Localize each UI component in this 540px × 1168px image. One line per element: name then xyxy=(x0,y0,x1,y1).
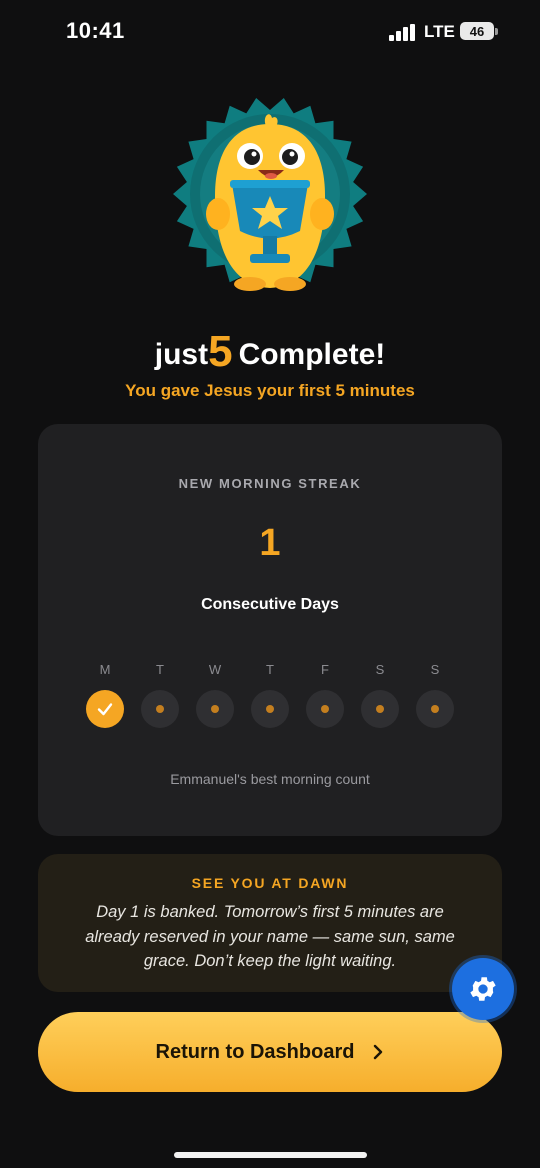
day-thursday: T xyxy=(250,662,290,728)
return-to-dashboard-button[interactable]: Return to Dashboard xyxy=(38,1012,502,1092)
pending-dot-icon xyxy=(156,705,164,713)
check-icon xyxy=(97,703,113,716)
trophy-mascot-icon xyxy=(173,98,367,291)
cellular-signal-icon xyxy=(389,24,415,41)
network-type: LTE xyxy=(424,22,455,41)
pending-dot-icon xyxy=(321,705,329,713)
chevron-right-icon xyxy=(374,1044,383,1060)
day-status-pending xyxy=(251,690,289,728)
week-tracker: M T W T F S S xyxy=(85,662,455,728)
pending-dot-icon xyxy=(266,705,274,713)
day-wednesday: W xyxy=(195,662,235,728)
day-status-pending xyxy=(196,690,234,728)
battery-indicator: 46 xyxy=(460,22,494,40)
day-friday: F xyxy=(305,662,345,728)
home-indicator[interactable] xyxy=(174,1152,367,1158)
streak-label: NEW MORNING STREAK xyxy=(178,476,362,491)
day-letter: T xyxy=(156,662,164,677)
gear-icon xyxy=(470,977,496,1001)
day-saturday: S xyxy=(360,662,400,728)
pending-dot-icon xyxy=(211,705,219,713)
best-count-caption: Emmanuel's best morning count xyxy=(170,771,370,787)
streak-unit: Consecutive Days xyxy=(201,596,339,613)
title-prefix: just xyxy=(154,338,209,371)
day-letter: W xyxy=(208,662,222,677)
return-button-label: Return to Dashboard xyxy=(155,1040,355,1063)
day-tuesday: T xyxy=(140,662,180,728)
completion-title: just5 Complete! xyxy=(0,324,540,383)
status-time: 10:41 xyxy=(66,18,125,43)
day-letter: S xyxy=(430,662,440,677)
battery-cap xyxy=(495,28,498,35)
day-status-pending xyxy=(141,690,179,728)
day-sunday: S xyxy=(415,662,455,728)
day-status-pending xyxy=(416,690,454,728)
dawn-message: Day 1 is banked. Tomorrow’s first 5 minu… xyxy=(85,903,455,970)
day-status-pending xyxy=(306,690,344,728)
day-letter: F xyxy=(321,662,329,677)
title-number: 5 xyxy=(208,327,233,376)
streak-card: NEW MORNING STREAK 1 Consecutive Days M … xyxy=(38,424,502,836)
pending-dot-icon xyxy=(376,705,384,713)
day-status-done xyxy=(86,690,124,728)
dawn-message-card: SEE YOU AT DAWN Day 1 is banked. Tomorro… xyxy=(38,854,502,992)
day-letter: T xyxy=(266,662,274,677)
dawn-title: SEE YOU AT DAWN xyxy=(191,875,349,891)
day-letter: S xyxy=(375,662,385,677)
day-status-pending xyxy=(361,690,399,728)
settings-fab-button[interactable] xyxy=(452,958,514,1020)
completion-subtitle: You gave Jesus your first 5 minutes xyxy=(125,381,415,400)
day-monday: M xyxy=(85,662,125,728)
title-suffix: Complete! xyxy=(238,338,386,371)
battery-level: 46 xyxy=(469,23,485,39)
day-letter: M xyxy=(99,662,111,677)
pending-dot-icon xyxy=(431,705,439,713)
streak-count: 1 xyxy=(259,522,281,564)
